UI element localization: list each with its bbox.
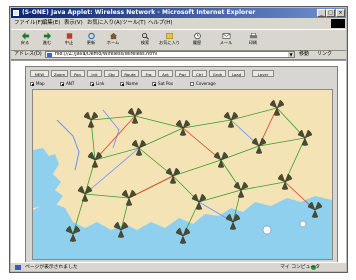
map-checkbox[interactable]: Map <box>30 80 54 88</box>
address-label: アドレス(D) <box>14 51 42 57</box>
menu-file[interactable]: ファイル(F) <box>14 19 43 28</box>
name-checkbox[interactable]: Name <box>120 80 146 88</box>
page-icon <box>47 53 52 57</box>
menu-view[interactable]: 表示(V) <box>64 19 83 28</box>
home-button[interactable]: ホーム <box>103 32 123 48</box>
applet-button[interactable]: Stp <box>104 70 119 77</box>
search-label: 検索 <box>140 40 150 45</box>
checkbox-label: Name <box>126 81 139 86</box>
checkbox-label: Sat Pos <box>158 81 173 86</box>
refresh-button[interactable]: 更新 <box>81 32 101 48</box>
window-title: (S-ONE) Java Applet: Wireless Network - … <box>22 9 256 16</box>
chevron-down-icon[interactable]: ▼ <box>288 52 294 57</box>
checkbox-box <box>90 82 94 86</box>
menu-favorites[interactable]: お気に入り(A) <box>87 19 122 28</box>
back-label: 戻る <box>20 40 30 45</box>
forward-button[interactable]: 進む <box>37 32 57 48</box>
address-value: file:///Z:/Java/Demo/Wireless/Wireless.h… <box>55 52 158 57</box>
stop-icon <box>66 33 72 39</box>
network-map[interactable] <box>32 89 333 260</box>
menu-bar: ファイル(F) 編集(E) 表示(V) お気に入り(A) ツール(T) ヘルプ(… <box>11 19 346 28</box>
page-content: NEW Zoom Pan Init Stp Route Frq Ant Pwr … <box>11 60 346 263</box>
browser-window: (S-ONE) Java Applet: Wireless Network - … <box>9 6 348 273</box>
favorites-icon <box>165 33 173 39</box>
print-icon <box>249 33 257 39</box>
menu-tools[interactable]: ツール(T) <box>122 19 146 28</box>
mail-icon <box>222 33 230 39</box>
forward-arrow-icon <box>43 32 51 40</box>
applet-button[interactable]: Init <box>87 70 102 77</box>
mail-label: メール <box>219 40 233 45</box>
applet-button[interactable]: Grph <box>209 70 226 77</box>
maximize-button[interactable]: □ <box>326 9 335 17</box>
sat-pos-checkbox[interactable]: Sat Pos <box>152 80 184 88</box>
applet-button[interactable]: Frq <box>141 70 156 77</box>
stop-label: 中止 <box>64 40 74 45</box>
applet-button[interactable]: Pwr <box>175 70 190 77</box>
home-icon <box>109 32 117 40</box>
history-button[interactable]: 履歴 <box>187 32 207 48</box>
applet-button[interactable]: Ctrl <box>192 70 207 77</box>
links-button[interactable]: リンク <box>317 50 332 59</box>
checkbox-label: Coverage <box>196 81 216 86</box>
print-label: 印刷 <box>248 40 258 45</box>
history-label: 履歴 <box>192 40 202 45</box>
go-button[interactable]: 移動 <box>299 50 309 59</box>
forward-label: 進む <box>42 40 52 45</box>
minimize-button[interactable]: _ <box>317 9 326 17</box>
menu-help[interactable]: ヘルプ(H) <box>148 19 172 28</box>
checkbox-label: ANT <box>66 81 75 86</box>
security-zone: マイ コンピュータ <box>280 265 320 270</box>
checkbox-box <box>152 82 156 86</box>
applet-button[interactable]: Pan <box>70 70 85 77</box>
status-bar: ページが表示されました マイ コンピュータ <box>11 262 346 272</box>
history-icon <box>193 32 201 40</box>
page: (S-ONE) Java Applet: Wireless Network - … <box>0 0 356 280</box>
toolbar: 戻る 進む 中止 更新 ホーム 検索 お気に入り 履歴 メール 印刷 <box>11 29 346 51</box>
applet-button[interactable]: Ant <box>158 70 173 77</box>
title-bar[interactable]: (S-ONE) Java Applet: Wireless Network - … <box>11 8 346 18</box>
network-map-canvas[interactable] <box>33 90 332 259</box>
menu-edit[interactable]: 編集(E) <box>42 19 60 28</box>
java-applet: NEW Zoom Pan Init Stp Route Frq Ant Pwr … <box>25 66 338 263</box>
link-checkbox[interactable]: Link <box>90 80 114 88</box>
checkbox-box <box>120 82 124 86</box>
refresh-icon <box>87 32 95 40</box>
page-loaded-icon <box>15 265 21 270</box>
print-button[interactable]: 印刷 <box>243 32 263 48</box>
checkbox-box <box>190 82 194 86</box>
favorites-label: お気に入り <box>159 40 180 45</box>
checkbox-box <box>60 82 64 86</box>
applet-button[interactable]: Layer <box>252 70 274 77</box>
back-button[interactable]: 戻る <box>15 32 35 48</box>
coverage-checkbox[interactable]: Coverage <box>190 80 226 88</box>
search-icon <box>141 32 149 40</box>
checkbox-label: Link <box>96 81 105 86</box>
ie-icon <box>13 10 19 16</box>
applet-button[interactable]: Zoom <box>51 70 68 77</box>
applet-button[interactable]: NEW <box>30 70 49 77</box>
favorites-button[interactable]: お気に入り <box>159 32 180 48</box>
back-arrow-icon <box>21 32 29 40</box>
applet-button[interactable]: Load <box>228 70 245 77</box>
stop-button[interactable]: 中止 <box>59 32 79 48</box>
address-bar: アドレス(D) file:///Z:/Java/Demo/Wireless/Wi… <box>11 50 346 60</box>
close-button[interactable]: × <box>336 9 345 17</box>
island <box>299 220 307 228</box>
address-input[interactable]: file:///Z:/Java/Demo/Wireless/Wireless.h… <box>45 51 295 58</box>
ant-checkbox[interactable]: ANT <box>60 80 84 88</box>
applet-button[interactable]: Route <box>121 70 139 77</box>
search-button[interactable]: 検索 <box>135 32 155 48</box>
refresh-label: 更新 <box>86 40 96 45</box>
status-text: ページが表示されました <box>25 265 78 270</box>
island <box>262 225 272 235</box>
home-label: ホーム <box>106 40 120 45</box>
checkbox-box <box>30 82 34 86</box>
windows-logo-icon <box>331 19 345 28</box>
mail-button[interactable]: メール <box>216 32 236 48</box>
checkbox-label: Map <box>36 81 45 86</box>
